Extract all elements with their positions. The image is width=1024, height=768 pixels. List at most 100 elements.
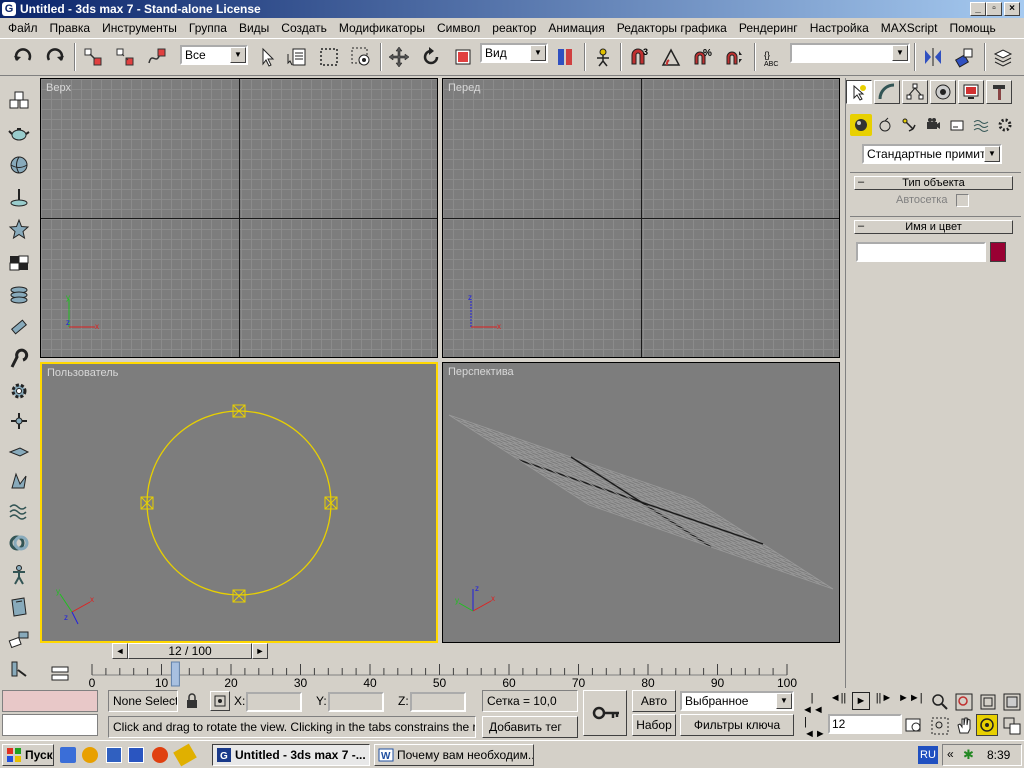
menu-views[interactable]: Виды: [233, 18, 275, 38]
pan-hand-icon[interactable]: [954, 716, 974, 736]
tab-hierarchy[interactable]: [902, 80, 928, 104]
utility-icon[interactable]: [6, 656, 32, 682]
bind-to-space-warp-icon[interactable]: [144, 43, 170, 71]
play-icon[interactable]: ►: [852, 692, 870, 710]
viewport-top[interactable]: Верх z x y: [40, 78, 438, 358]
go-to-start-icon[interactable]: |◄◄: [802, 692, 824, 716]
viewport-user[interactable]: Пользователь yxz: [40, 362, 438, 643]
sphere-icon[interactable]: [6, 152, 32, 178]
maximize-viewport-icon[interactable]: [1002, 716, 1022, 736]
undo-icon[interactable]: [10, 43, 36, 71]
rectangular-selection-icon[interactable]: [316, 43, 342, 71]
bend-modifier-icon[interactable]: [6, 346, 32, 372]
systems-icon[interactable]: [994, 114, 1016, 136]
cameras-icon[interactable]: [922, 114, 944, 136]
rollout-object-type[interactable]: – Тип объекта: [854, 176, 1013, 190]
zoom-icon[interactable]: [930, 692, 950, 712]
quick-launch-icon[interactable]: [106, 747, 122, 763]
quick-launch-icon[interactable]: [173, 743, 197, 767]
menu-modifiers[interactable]: Модификаторы: [333, 18, 431, 38]
snaps-toggle-icon[interactable]: 3: [626, 43, 652, 71]
time-slider-next[interactable]: ►: [252, 643, 268, 659]
minimize-button[interactable]: _: [970, 2, 986, 16]
menu-character[interactable]: Символ: [431, 18, 486, 38]
show-desktop-icon[interactable]: [60, 747, 76, 763]
redo-icon[interactable]: [42, 43, 68, 71]
y-coordinate-input[interactable]: [328, 692, 384, 712]
time-slider-prev[interactable]: ◄: [112, 643, 128, 659]
tab-display[interactable]: [958, 80, 984, 104]
menu-edit[interactable]: Правка: [44, 18, 97, 38]
menu-animation[interactable]: Анимация: [542, 18, 610, 38]
window-crossing-icon[interactable]: [348, 43, 374, 71]
lock-icon[interactable]: [184, 692, 200, 710]
camera-icon[interactable]: [6, 438, 32, 464]
zoom-extents-icon[interactable]: [978, 692, 998, 712]
media-player-icon[interactable]: [82, 747, 98, 763]
object-color-swatch[interactable]: [990, 242, 1006, 262]
select-and-scale-icon[interactable]: [450, 43, 476, 71]
percent-snap-icon[interactable]: %: [690, 43, 716, 71]
region-zoom-icon[interactable]: [930, 716, 950, 736]
lights-icon[interactable]: [898, 114, 920, 136]
biped-icon[interactable]: [6, 562, 32, 588]
zoom-extents-all-icon[interactable]: [1002, 692, 1022, 712]
spinner-snap-icon[interactable]: [722, 43, 748, 71]
track-bar[interactable]: 0 10 20 30 40 50 60 70 80 90 100: [82, 660, 842, 690]
light-icon[interactable]: [6, 184, 32, 210]
shapes-icon[interactable]: [874, 114, 896, 136]
selection-filter-dropdown[interactable]: Все ▼: [180, 45, 248, 65]
key-mode-dropdown[interactable]: Выбранное ▼: [680, 691, 794, 711]
menu-reactor[interactable]: реактор: [486, 18, 542, 38]
layer-manager-icon[interactable]: [990, 43, 1016, 71]
align-icon[interactable]: [952, 43, 978, 71]
paint-icon[interactable]: [6, 626, 32, 652]
menu-group[interactable]: Группа: [183, 18, 233, 38]
stack-icon[interactable]: [6, 282, 32, 308]
helper-icon[interactable]: [6, 408, 32, 434]
quick-launch-icon[interactable]: [128, 747, 144, 763]
previous-frame-icon[interactable]: ◄||: [828, 692, 848, 710]
curve-editor-mini-icon[interactable]: [46, 662, 76, 686]
edit-named-selection-icon[interactable]: {} ABC: [760, 43, 786, 71]
task-word[interactable]: W Почему вам необходим...: [374, 744, 534, 766]
maxscript-listener-mini[interactable]: [2, 690, 98, 712]
select-by-name-icon[interactable]: [284, 43, 310, 71]
menu-help[interactable]: Помощь: [943, 18, 1001, 38]
z-coordinate-input[interactable]: [410, 692, 466, 712]
pivot-center-icon[interactable]: [552, 43, 578, 71]
select-object-icon[interactable]: [254, 43, 280, 71]
tab-create[interactable]: [846, 80, 872, 104]
arc-rotate-icon[interactable]: [976, 714, 998, 736]
next-frame-icon[interactable]: ||►: [874, 692, 894, 710]
task-3dsmax[interactable]: G Untitled - 3ds max 7 -...: [212, 744, 370, 766]
autogrid-checkbox[interactable]: [956, 194, 969, 207]
auto-key-button[interactable]: Авто: [632, 690, 676, 712]
rollout-name-and-color[interactable]: – Имя и цвет: [854, 220, 1013, 234]
zoom-all-icon[interactable]: [954, 692, 974, 712]
set-key-big-button[interactable]: [583, 690, 627, 736]
menu-tools[interactable]: Инструменты: [96, 18, 183, 38]
panel-icon[interactable]: [6, 594, 32, 620]
absolute-mode-icon[interactable]: [210, 691, 230, 711]
select-and-link-icon[interactable]: [80, 43, 106, 71]
reference-coordinate-dropdown[interactable]: Вид ▼: [480, 43, 548, 63]
current-frame-input[interactable]: 12: [828, 714, 902, 734]
space-warps-icon[interactable]: [970, 114, 992, 136]
tab-modify[interactable]: [874, 80, 900, 104]
object-name-input[interactable]: [856, 242, 986, 262]
menu-create[interactable]: Создать: [275, 18, 333, 38]
named-selection-dropdown[interactable]: ▼: [790, 43, 910, 63]
geometry-icon[interactable]: [850, 114, 872, 136]
category-dropdown[interactable]: Стандартные примитив ▼: [862, 144, 1002, 164]
helpers-icon[interactable]: [946, 114, 968, 136]
x-coordinate-input[interactable]: [246, 692, 302, 712]
select-and-rotate-icon[interactable]: [418, 43, 444, 71]
viewport-front-label[interactable]: Перед: [448, 82, 480, 94]
tab-utilities[interactable]: [986, 80, 1012, 104]
star-shape-icon[interactable]: [6, 216, 32, 242]
viewport-top-label[interactable]: Верх: [46, 82, 71, 94]
tab-motion[interactable]: [930, 80, 956, 104]
viewport-front[interactable]: Перед zx: [442, 78, 840, 358]
unlink-selection-icon[interactable]: [112, 43, 138, 71]
